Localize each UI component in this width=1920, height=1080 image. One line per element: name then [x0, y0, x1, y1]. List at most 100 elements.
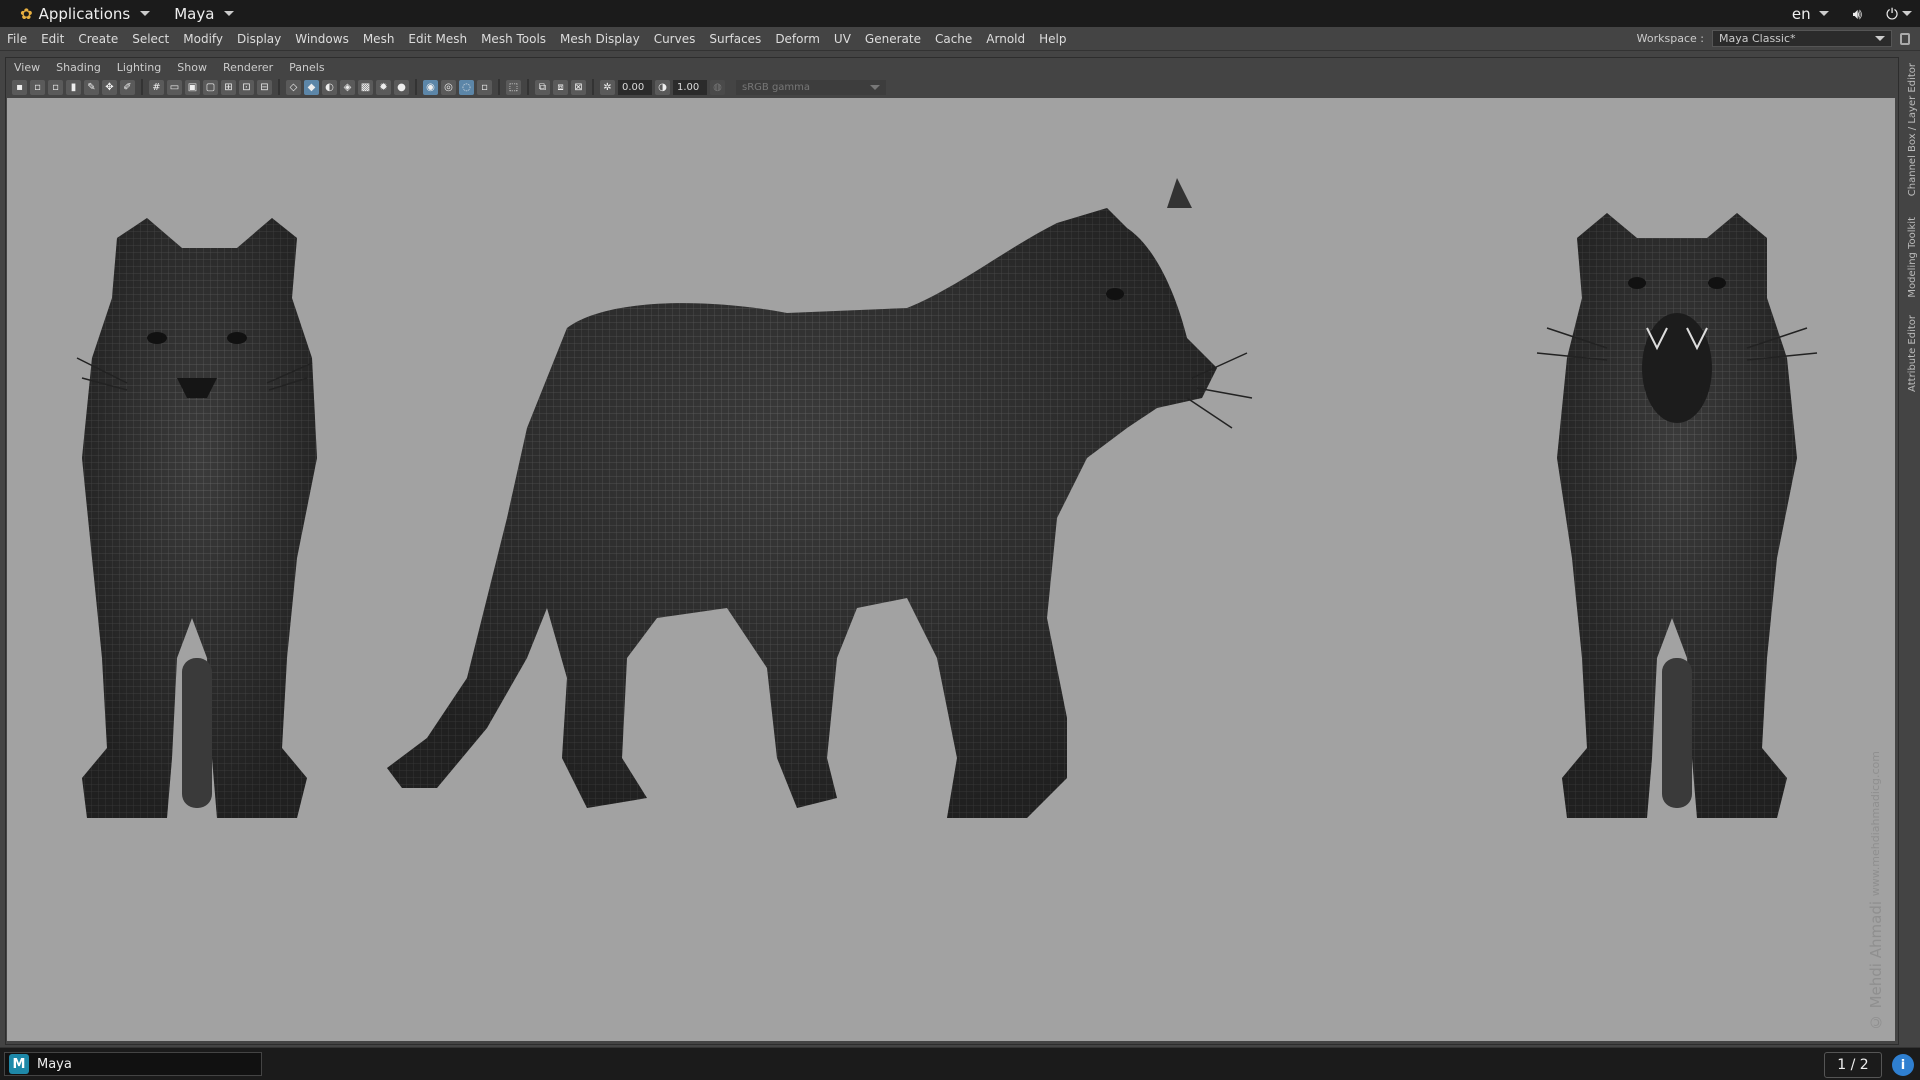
menu-curves[interactable]: Curves [647, 32, 703, 46]
volume-icon[interactable]: 🔊︎ [1853, 5, 1862, 23]
toolbar-divider [415, 79, 417, 95]
lock-icon[interactable] [1900, 32, 1910, 45]
menu-generate[interactable]: Generate [858, 32, 928, 46]
panther-front-view [76, 218, 317, 818]
camera-attributes-icon[interactable]: ▫ [48, 79, 63, 95]
toolbar-divider [527, 79, 529, 95]
menu-uv[interactable]: UV [827, 32, 858, 46]
panel-menu-panels[interactable]: Panels [281, 61, 332, 74]
color-space-dropdown[interactable]: sRGB gamma [736, 79, 886, 95]
wireframe-on-shaded-icon[interactable]: ◉ [423, 79, 438, 95]
menu-deform[interactable]: Deform [768, 32, 827, 46]
chevron-down-icon [1875, 36, 1885, 41]
workspace-value: Maya Classic* [1719, 32, 1796, 45]
attribute-editor-tab[interactable]: Attribute Editor [1907, 315, 1918, 392]
menu-edit[interactable]: Edit [34, 32, 71, 46]
safe-title-icon[interactable]: ⊟ [257, 79, 272, 95]
camera-icon[interactable]: ▪ [12, 79, 27, 95]
resolution-gate-icon[interactable]: ▣ [185, 79, 200, 95]
textured-icon[interactable]: ◈ [340, 79, 355, 95]
panel-menu-view[interactable]: View [6, 61, 48, 74]
menu-display[interactable]: Display [230, 32, 288, 46]
antialiasing-icon[interactable]: ⊠ [571, 79, 586, 95]
maya-app-menu[interactable]: Maya [164, 5, 244, 23]
power-icon: ⏻ [1886, 4, 1898, 23]
workspace-pager[interactable]: 1 / 2 [1824, 1052, 1882, 1078]
image-plane-icon[interactable]: ✎ [84, 79, 99, 95]
power-menu[interactable]: ⏻ [1886, 5, 1912, 23]
isolate-select-icon[interactable]: ◎ [441, 79, 456, 95]
gate-mask-icon[interactable]: ▢ [203, 79, 218, 95]
viewport-panel: View Shading Lighting Show Renderer Panels ▪ … [5, 57, 1899, 1045]
maya-logo-icon: M [9, 1054, 29, 1074]
watermark-site: www.mehdiahmadicg.com [1869, 750, 1882, 897]
ambient-occlusion-icon[interactable]: ⧈ [553, 79, 568, 95]
menu-arnold[interactable]: Arnold [979, 32, 1032, 46]
menu-surfaces[interactable]: Surfaces [702, 32, 768, 46]
view-transform-icon[interactable]: ◍ [710, 79, 725, 95]
taskbar: M Maya 1 / 2 i [0, 1047, 1920, 1080]
panel-menu-lighting[interactable]: Lighting [109, 61, 169, 74]
gamma-field[interactable]: 1.00 [673, 79, 707, 95]
main-menu-bar: File Edit Create Select Modify Display Windows… [0, 27, 1920, 51]
channel-box-tab[interactable]: Channel Box / Layer Editor [1907, 63, 1918, 196]
gamma-icon[interactable]: ◑ [655, 79, 670, 95]
menu-help[interactable]: Help [1032, 32, 1073, 46]
safe-action-icon[interactable]: ⊡ [239, 79, 254, 95]
panel-menu-show[interactable]: Show [169, 61, 215, 74]
chevron-down-icon [140, 11, 151, 16]
gnome-foot-icon: ✿ [20, 4, 33, 23]
bookmark-icon[interactable]: ▮ [66, 79, 81, 95]
wireframe-icon[interactable]: ◇ [286, 79, 301, 95]
shadows-icon[interactable]: ● [394, 79, 409, 95]
hud-icon[interactable]: ⧉ [535, 79, 550, 95]
toolbar-divider [278, 79, 280, 95]
chevron-down-icon [224, 11, 235, 16]
menu-mesh-display[interactable]: Mesh Display [553, 32, 647, 46]
panel-toolbar: ▪ ▫ ▫ ▮ ✎ ✥ ✐ # ▭ ▣ ▢ ⊞ ⊡ ⊟ ◇ ◆ ◐ ◈ ▩ ✹ … [6, 76, 1896, 98]
applications-menu[interactable]: ✿ Applications [10, 5, 160, 23]
grid-icon[interactable]: # [149, 79, 164, 95]
menu-windows[interactable]: Windows [288, 32, 356, 46]
xray-icon[interactable]: ▩ [358, 79, 373, 95]
default-material-icon[interactable]: ◐ [322, 79, 337, 95]
menu-modify[interactable]: Modify [176, 32, 230, 46]
panel-menu-bar: View Shading Lighting Show Renderer Panels [6, 58, 333, 76]
chevron-down-icon [1902, 11, 1912, 16]
3d-viewport[interactable]: © Mehdi Ahmadi www.mehdiahmadicg.com [7, 98, 1895, 1041]
toolbar-divider [141, 79, 143, 95]
grease-pencil-icon[interactable]: ✐ [120, 79, 135, 95]
exposure-field[interactable]: 0.00 [618, 79, 652, 95]
menu-cache[interactable]: Cache [928, 32, 979, 46]
language-indicator[interactable]: en [1792, 5, 1829, 23]
menu-mesh[interactable]: Mesh [356, 32, 402, 46]
xray-joints-icon[interactable]: ◌ [459, 79, 474, 95]
color-space-value: sRGB gamma [742, 81, 811, 93]
smooth-shade-icon[interactable]: ◆ [304, 79, 319, 95]
select-camera-icon[interactable]: ⬚ [506, 79, 521, 95]
workspace-dropdown[interactable]: Maya Classic* [1712, 30, 1892, 47]
workspace-label: Workspace : [1636, 32, 1704, 45]
exposure-icon[interactable]: ✲ [600, 79, 615, 95]
backface-icon[interactable]: ▫ [477, 79, 492, 95]
film-gate-icon[interactable]: ▭ [167, 79, 182, 95]
menu-select[interactable]: Select [125, 32, 176, 46]
panel-menu-renderer[interactable]: Renderer [215, 61, 281, 74]
menu-mesh-tools[interactable]: Mesh Tools [474, 32, 553, 46]
side-tab-strip: Channel Box / Layer Editor Modeling Tool… [1900, 57, 1920, 1043]
menu-file[interactable]: File [0, 32, 34, 46]
notification-icon[interactable]: i [1892, 1054, 1914, 1076]
panther-front-roar-view [1536, 213, 1818, 818]
language-label: en [1791, 4, 1811, 23]
camera-lock-icon[interactable]: ▫ [30, 79, 45, 95]
system-top-bar: ✿ Applications Maya en 🔊︎ ⏻ [0, 0, 1920, 27]
applications-label: Applications [38, 4, 131, 23]
modeling-toolkit-tab[interactable]: Modeling Toolkit [1907, 217, 1918, 298]
menu-create[interactable]: Create [71, 32, 125, 46]
taskbar-maya-window[interactable]: M Maya [4, 1052, 262, 1076]
menu-edit-mesh[interactable]: Edit Mesh [401, 32, 474, 46]
panel-menu-shading[interactable]: Shading [48, 61, 109, 74]
two-d-pan-icon[interactable]: ✥ [102, 79, 117, 95]
field-chart-icon[interactable]: ⊞ [221, 79, 236, 95]
lights-icon[interactable]: ✹ [376, 79, 391, 95]
